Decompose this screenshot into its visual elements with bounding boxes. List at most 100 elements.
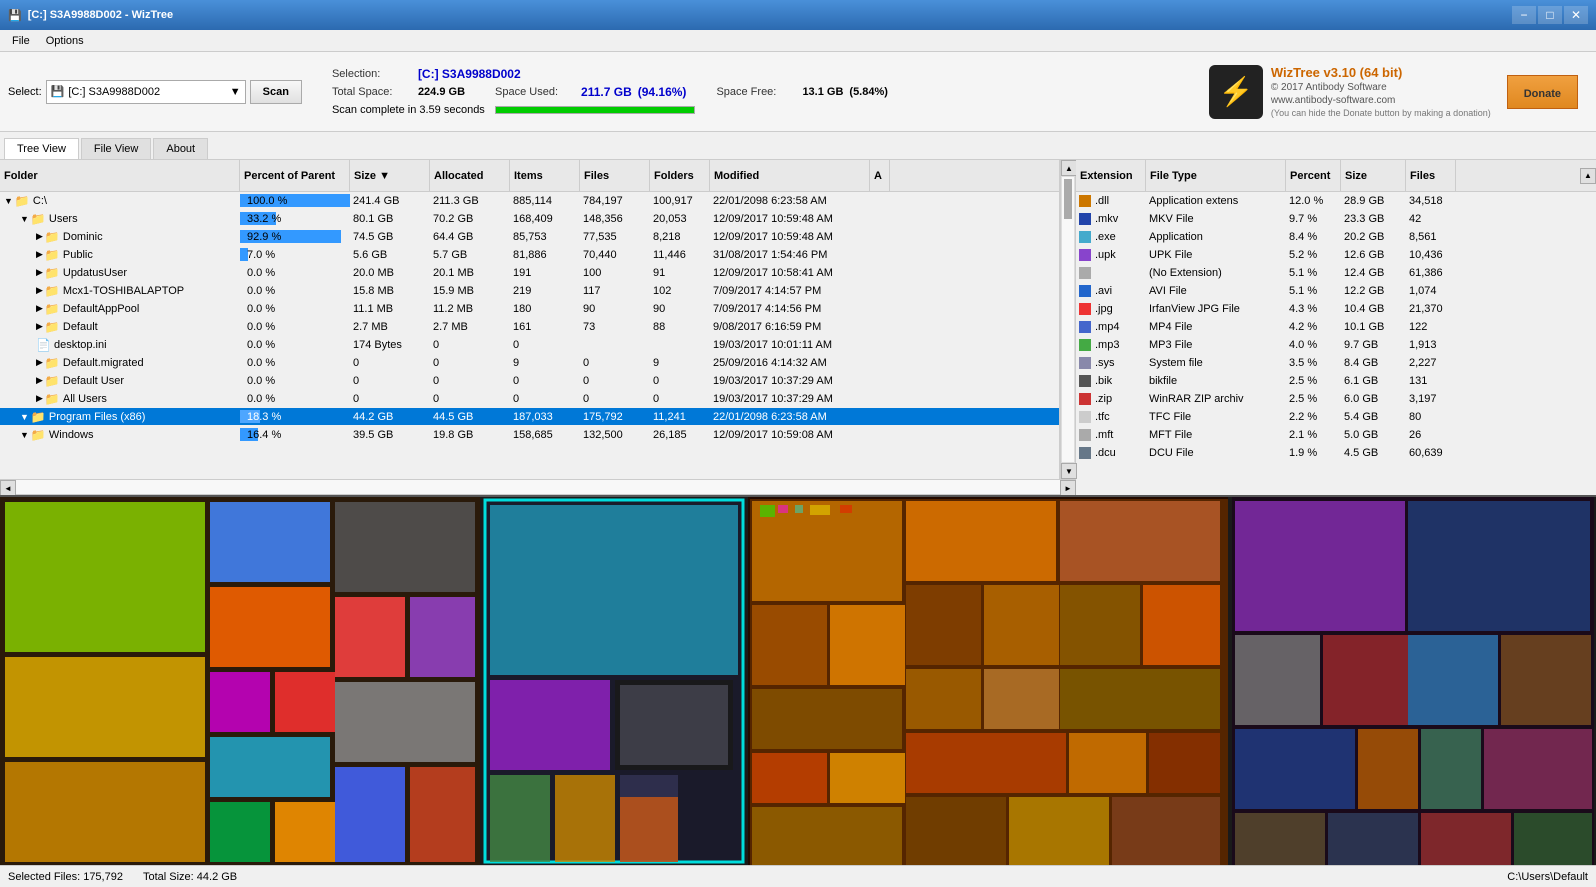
tree-row[interactable]: ▼📁Users33.2 %80.1 GB70.2 GB168,409148,35… <box>0 210 1059 228</box>
maximize-button[interactable]: □ <box>1538 6 1562 24</box>
ext-cell-ext: .dcu <box>1076 444 1146 461</box>
ext-row[interactable]: .bikbikfile2.5 %6.1 GB131 <box>1076 372 1596 390</box>
ext-col-pct[interactable]: Percent <box>1286 160 1341 191</box>
tab-about[interactable]: About <box>153 138 208 159</box>
col-pct[interactable]: Percent of Parent <box>240 160 350 191</box>
tree-cell-folders <box>650 336 710 353</box>
expand-icon[interactable]: ▼ <box>4 196 13 206</box>
ext-row[interactable]: .zipWinRAR ZIP archiv2.5 %6.0 GB3,197 <box>1076 390 1596 408</box>
ext-col-ext[interactable]: Extension <box>1076 160 1146 191</box>
tree-row[interactable]: ▶📁Mcx1-TOSHIBALAPTOP0.0 %15.8 MB15.9 MB2… <box>0 282 1059 300</box>
expand-icon[interactable]: ▶ <box>36 393 43 404</box>
tab-file-view[interactable]: File View <box>81 138 151 159</box>
expand-icon[interactable]: ▼ <box>20 412 29 422</box>
pct-text: 0.0 % <box>243 357 275 369</box>
ext-scroll-up[interactable]: ▲ <box>1580 168 1596 184</box>
drive-selector[interactable]: 💾 [C:] S3A9988D002 ▼ <box>46 80 246 104</box>
close-button[interactable]: ✕ <box>1564 6 1588 24</box>
scroll-down-arrow[interactable]: ▼ <box>1061 463 1077 479</box>
ext-body[interactable]: .dllApplication extens12.0 %28.9 GB34,51… <box>1076 192 1596 479</box>
select-label: Select: <box>8 86 42 98</box>
ext-cell-type: TFC File <box>1146 408 1286 425</box>
ext-color-box <box>1079 447 1091 459</box>
tree-row[interactable]: ▼📁Program Files (x86)18.3 %44.2 GB44.5 G… <box>0 408 1059 426</box>
ext-row[interactable]: .dllApplication extens12.0 %28.9 GB34,51… <box>1076 192 1596 210</box>
minimize-button[interactable]: − <box>1512 6 1536 24</box>
tree-vscroll[interactable]: ▲ ▼ <box>1060 160 1076 479</box>
ext-col-type[interactable]: File Type <box>1146 160 1286 191</box>
ext-row[interactable]: .tfcTFC File2.2 %5.4 GB80 <box>1076 408 1596 426</box>
col-alloc[interactable]: Allocated <box>430 160 510 191</box>
expand-icon[interactable]: ▶ <box>36 231 43 242</box>
hscroll-track[interactable] <box>16 480 1060 494</box>
ext-cell-ext: .sys <box>1076 354 1146 371</box>
tree-row[interactable]: ▶📁Dominic92.9 %74.5 GB64.4 GB85,75377,53… <box>0 228 1059 246</box>
col-modified[interactable]: Modified <box>710 160 870 191</box>
tree-row[interactable]: ▼📁Windows16.4 %39.5 GB19.8 GB158,685132,… <box>0 426 1059 444</box>
hscroll[interactable]: ◄ ► <box>0 479 1076 495</box>
ext-row[interactable]: .jpgIrfanView JPG File4.3 %10.4 GB21,370 <box>1076 300 1596 318</box>
expand-icon[interactable]: ▶ <box>36 375 43 386</box>
col-folder[interactable]: Folder <box>0 160 240 191</box>
tree-row[interactable]: ▶📁UpdatusUser0.0 %20.0 MB20.1 MB19110091… <box>0 264 1059 282</box>
ext-row[interactable]: .exeApplication8.4 %20.2 GB8,561 <box>1076 228 1596 246</box>
expand-icon[interactable]: ▶ <box>36 321 43 332</box>
ext-col-size[interactable]: Size <box>1341 160 1406 191</box>
hscroll-right[interactable]: ► <box>1060 480 1076 496</box>
tab-tree-view[interactable]: Tree View <box>4 138 79 159</box>
expand-icon[interactable]: ▶ <box>36 285 43 296</box>
col-size[interactable]: Size ▼ <box>350 160 430 191</box>
tree-row[interactable]: ▼📁C:\100.0 %241.4 GB211.3 GB885,114784,1… <box>0 192 1059 210</box>
expand-icon[interactable]: ▶ <box>36 303 43 314</box>
hscroll-left[interactable]: ◄ <box>0 480 16 496</box>
scroll-up-arrow[interactable]: ▲ <box>1061 160 1077 176</box>
folder-icon: 📁 <box>45 392 60 406</box>
ext-cell-pct: 12.0 % <box>1286 192 1341 209</box>
tree-row[interactable]: ▶📁Public7.0 %5.6 GB5.7 GB81,88670,44011,… <box>0 246 1059 264</box>
treemap-area <box>0 495 1596 865</box>
ext-name: .mp3 <box>1095 339 1119 351</box>
ext-row[interactable]: .aviAVI File5.1 %12.2 GB1,074 <box>1076 282 1596 300</box>
tree-row[interactable]: 📄desktop.ini0.0 %174 Bytes0019/03/2017 1… <box>0 336 1059 354</box>
expand-icon[interactable]: ▶ <box>36 357 43 368</box>
tree-body[interactable]: ▼📁C:\100.0 %241.4 GB211.3 GB885,114784,1… <box>0 192 1059 479</box>
progress-bar <box>496 107 694 113</box>
ext-col-files[interactable]: Files <box>1406 160 1456 191</box>
scroll-track[interactable] <box>1061 176 1075 463</box>
ext-cell-size: 12.6 GB <box>1341 246 1406 263</box>
tree-row[interactable]: ▶📁DefaultAppPool0.0 %11.1 MB11.2 MB18090… <box>0 300 1059 318</box>
scroll-thumb[interactable] <box>1064 179 1072 219</box>
expand-icon[interactable]: ▼ <box>20 430 29 440</box>
col-files[interactable]: Files <box>580 160 650 191</box>
pct-text: 0.0 % <box>243 339 275 351</box>
ext-row[interactable]: .mp4MP4 File4.2 %10.1 GB122 <box>1076 318 1596 336</box>
ext-row[interactable]: .mp3MP3 File4.0 %9.7 GB1,913 <box>1076 336 1596 354</box>
ext-row[interactable]: .mkvMKV File9.7 %23.3 GB42 <box>1076 210 1596 228</box>
tree-cell-size: 20.0 MB <box>350 264 430 281</box>
tree-row[interactable]: ▶📁All Users0.0 %0000019/03/2017 10:37:29… <box>0 390 1059 408</box>
ext-row[interactable]: .sysSystem file3.5 %8.4 GB2,227 <box>1076 354 1596 372</box>
menu-file[interactable]: File <box>4 33 38 49</box>
col-items[interactable]: Items <box>510 160 580 191</box>
ext-row[interactable]: (No Extension)5.1 %12.4 GB61,386 <box>1076 264 1596 282</box>
donate-button[interactable]: Donate <box>1507 75 1578 109</box>
ext-row[interactable]: .mftMFT File2.1 %5.0 GB26 <box>1076 426 1596 444</box>
ext-cell-files: 26 <box>1406 426 1456 443</box>
col-folders[interactable]: Folders <box>650 160 710 191</box>
ext-row[interactable]: .upkUPK File5.2 %12.6 GB10,436 <box>1076 246 1596 264</box>
col-a[interactable]: A <box>870 160 890 191</box>
main-content: Folder Percent of Parent Size ▼ Allocate… <box>0 160 1596 865</box>
menu-options[interactable]: Options <box>38 33 92 49</box>
expand-icon[interactable]: ▼ <box>20 214 29 224</box>
scan-button[interactable]: Scan <box>250 80 302 104</box>
expand-icon[interactable]: ▶ <box>36 267 43 278</box>
tree-cell-alloc: 2.7 MB <box>430 318 510 335</box>
tree-row[interactable]: ▶📁Default0.0 %2.7 MB2.7 MB16173889/08/20… <box>0 318 1059 336</box>
ext-row[interactable]: .dcuDCU File1.9 %4.5 GB60,639 <box>1076 444 1596 462</box>
expand-icon[interactable]: ▶ <box>36 249 43 260</box>
ext-color-box <box>1079 357 1091 369</box>
ext-cell-type: WinRAR ZIP archiv <box>1146 390 1286 407</box>
tree-row[interactable]: ▶📁Default.migrated0.0 %0090925/09/2016 4… <box>0 354 1059 372</box>
tree-cell-size: 74.5 GB <box>350 228 430 245</box>
tree-row[interactable]: ▶📁Default User0.0 %0000019/03/2017 10:37… <box>0 372 1059 390</box>
